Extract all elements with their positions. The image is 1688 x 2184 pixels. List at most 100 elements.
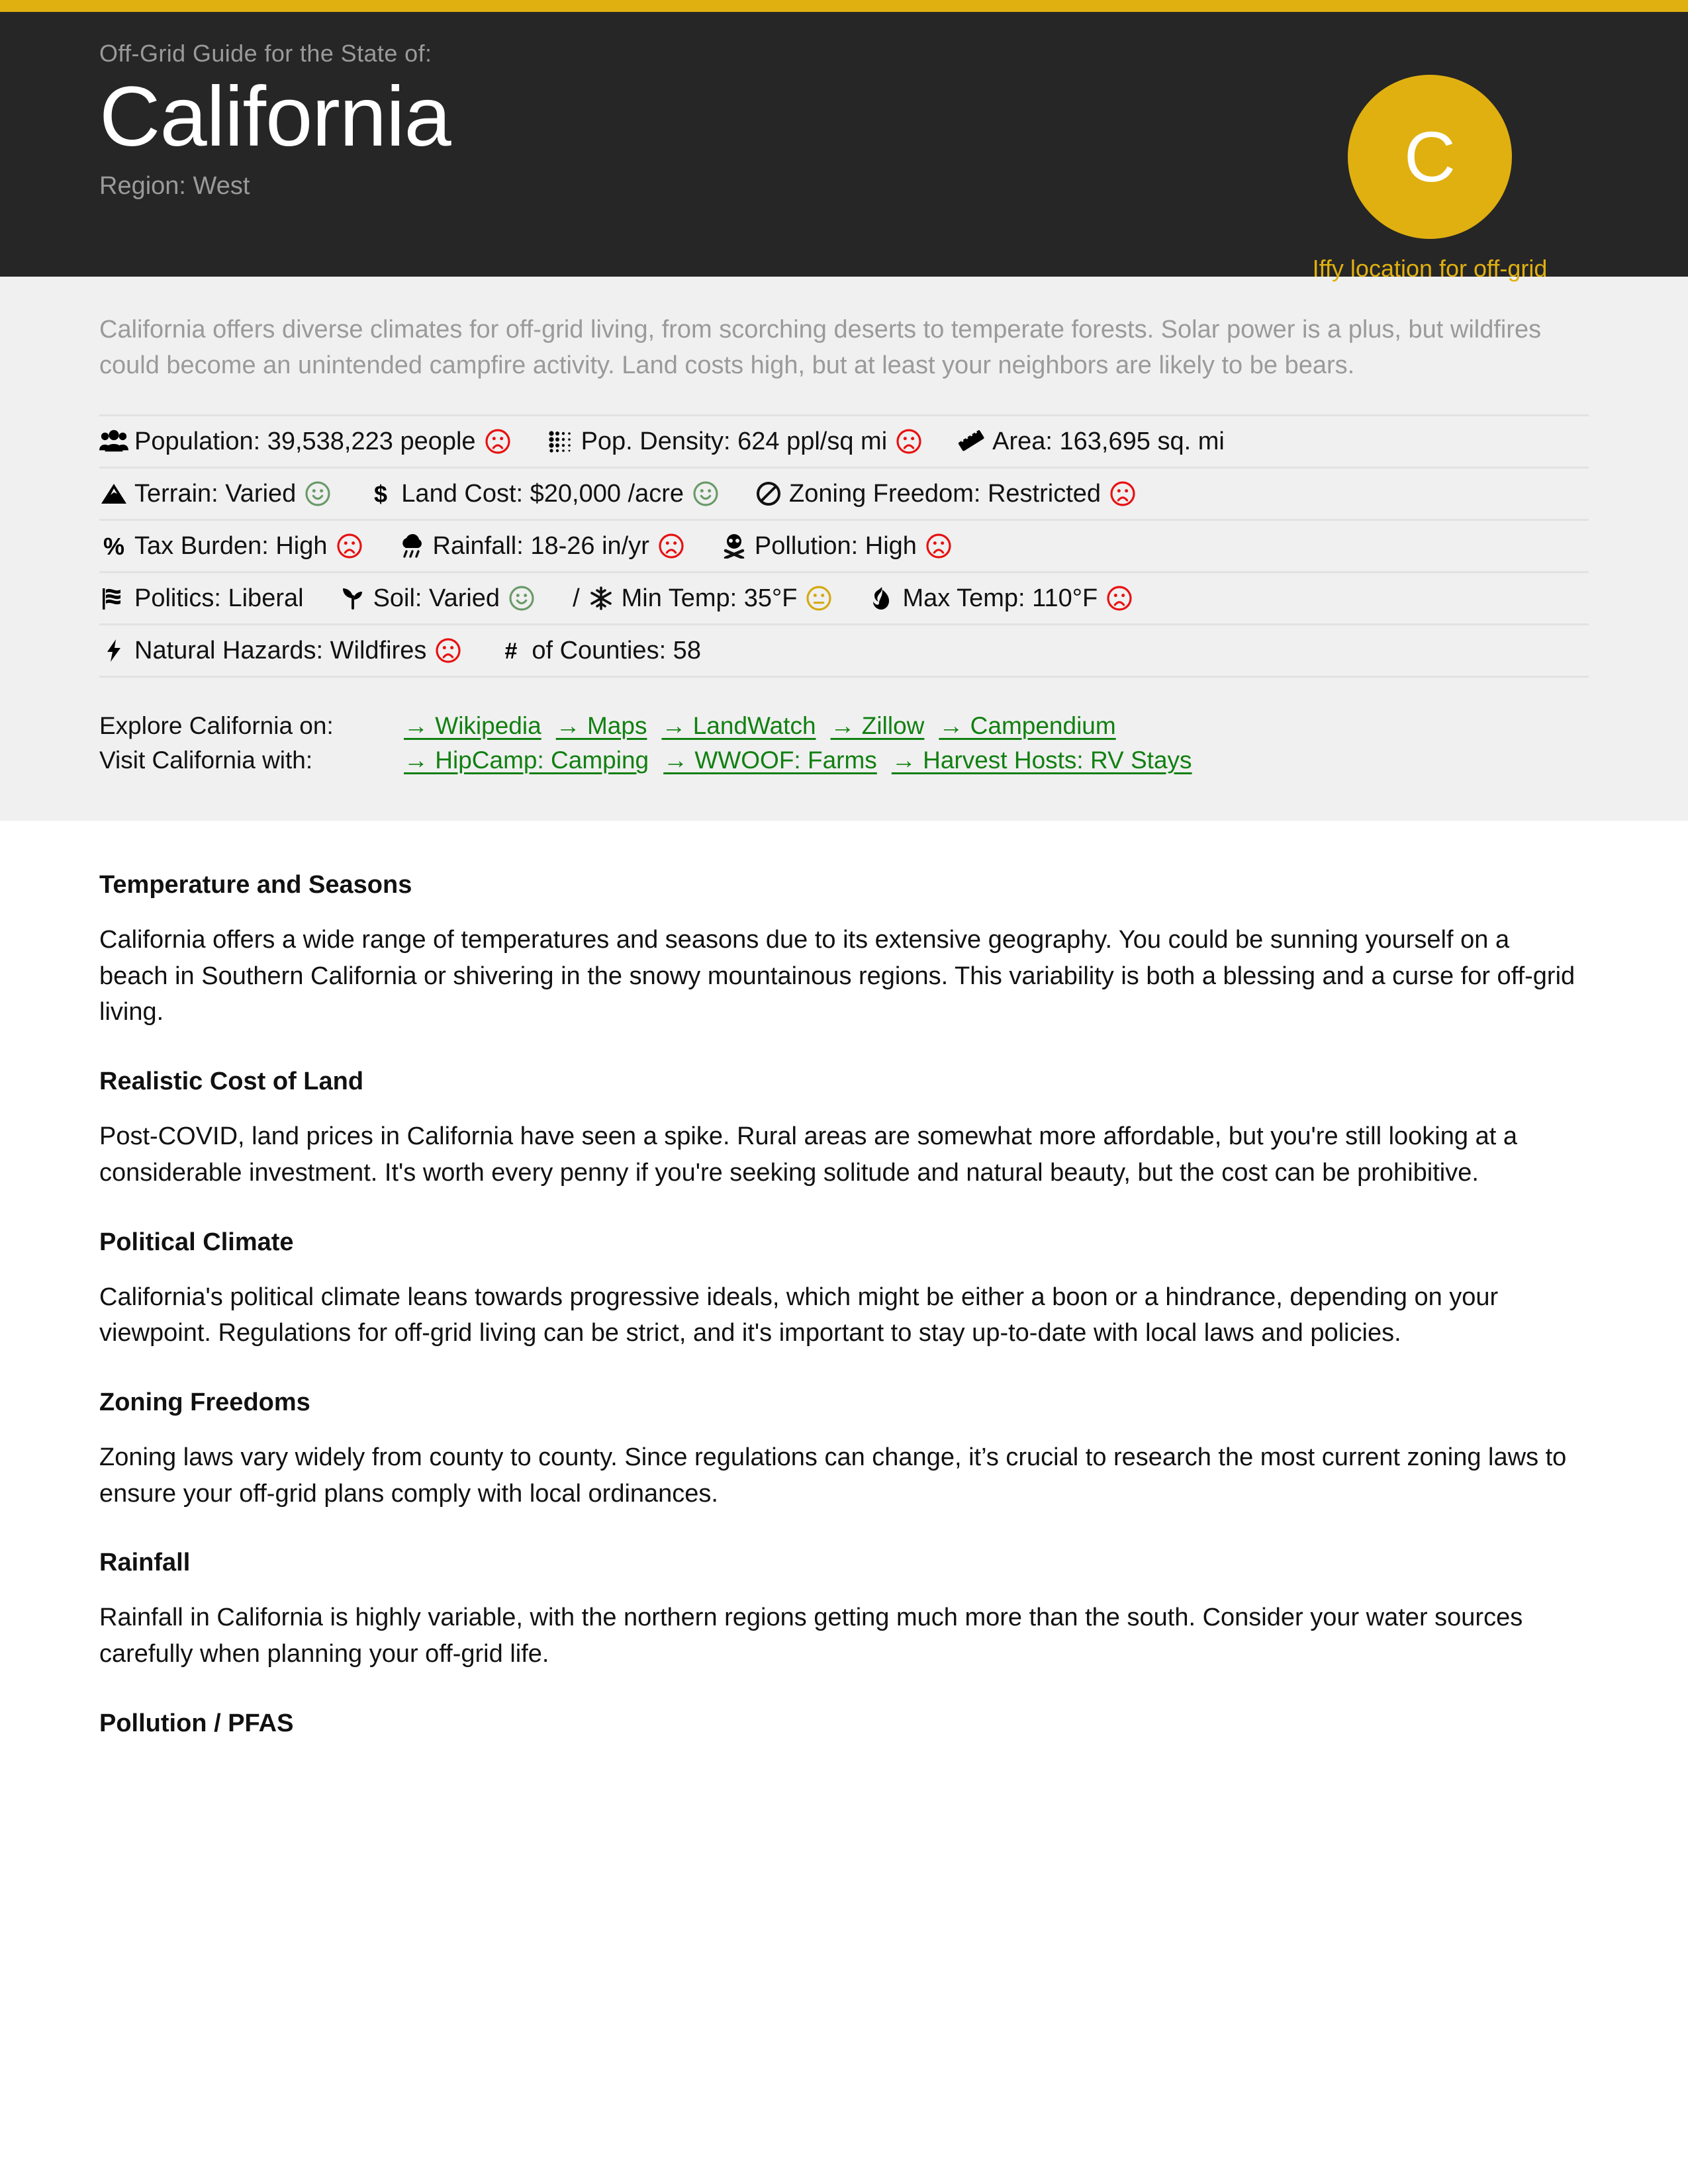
stat-item: Area: 163,695 sq. mi: [957, 428, 1225, 456]
stat-label: Rainfall: 18-26 in/yr: [432, 531, 649, 560]
stat-item: Min Temp: 35°F: [586, 584, 833, 613]
stat-item: Max Temp: 110°F: [867, 584, 1133, 613]
ruler-icon: [957, 428, 986, 455]
stat-label: Soil: Varied: [373, 584, 500, 612]
stat-label: Area: 163,695 sq. mi: [992, 427, 1225, 455]
stat-label: Pollution: High: [754, 531, 917, 560]
stat-item: Rainfall: 18-26 in/yr: [398, 532, 685, 561]
visit-link-2[interactable]: → Harvest Hosts: RV Stays: [892, 747, 1192, 774]
mountain-icon: [99, 480, 128, 507]
explore-links-row: Explore California on: → Wikipedia → Maps…: [99, 712, 1589, 740]
rain-cloud-icon: [398, 533, 427, 559]
grade-badge: C Iffy location for off-grid: [1271, 75, 1589, 283]
visit-links: → HipCamp: Camping → WWOOF: Farms → Harves…: [404, 747, 1207, 774]
article-section: Political Climate California's political …: [99, 1228, 1589, 1351]
visit-link-0[interactable]: → HipCamp: Camping: [404, 747, 649, 774]
sad-face-icon: [1105, 584, 1133, 612]
section-body: California's political climate leans tow…: [99, 1283, 1499, 1347]
stat-label: Terrain: Varied: [134, 479, 297, 508]
sad-face-icon: [434, 637, 462, 664]
section-body: California offers a wide range of temper…: [99, 925, 1575, 1026]
stat-label: of Counties: 58: [532, 636, 701, 664]
visit-link-1[interactable]: → WWOOF: Farms: [663, 747, 877, 774]
stat-item: % Tax Burden: High: [99, 532, 363, 561]
stat-row: Population: 39,538,223 people Pop. Densit…: [99, 414, 1589, 467]
stat-row: Politics: Liberal Soil: Varied / Min Temp: …: [99, 570, 1589, 623]
stat-item: $ Land Cost: $20,000 /acre: [366, 480, 720, 508]
visit-links-row: Visit California with: → HipCamp: Campin…: [99, 747, 1589, 774]
stat-item: Population: 39,538,223 people: [99, 428, 512, 456]
visit-label: Visit California with:: [99, 746, 313, 774]
dollar-icon: $: [366, 480, 395, 507]
svg-text:%: %: [103, 533, 124, 559]
stat-label: Max Temp: 110°F: [902, 584, 1098, 612]
section-body: Rainfall in California is highly variabl…: [99, 1604, 1523, 1668]
links-block: Explore California on: → Wikipedia → Maps…: [99, 712, 1589, 774]
intro-paragraph: California offers diverse climates for o…: [99, 316, 1542, 379]
explore-link-0[interactable]: → Wikipedia: [404, 712, 541, 739]
explore-link-1[interactable]: → Maps: [556, 712, 647, 739]
skull-icon: [720, 533, 749, 559]
stat-label: Zoning Freedom: Restricted: [789, 479, 1102, 508]
stats-panel: California offers diverse climates for o…: [0, 277, 1688, 821]
happy-face-icon: [692, 480, 720, 508]
snowflake-icon: [586, 585, 616, 612]
sad-face-icon: [1109, 480, 1137, 508]
stat-label: Natural Hazards: Wildfires: [134, 636, 427, 664]
sad-face-icon: [484, 428, 512, 455]
density-dots-icon: [546, 428, 575, 455]
stat-row: Natural Hazards: Wildfires # of Counties: …: [99, 623, 1589, 678]
explore-link-2[interactable]: → LandWatch: [661, 712, 816, 739]
happy-face-icon: [304, 480, 332, 508]
article-section: Zoning Freedoms Zoning laws vary widely f…: [99, 1388, 1589, 1512]
sad-face-icon: [336, 532, 363, 560]
stat-item: Zoning Freedom: Restricted: [754, 480, 1137, 508]
users-icon: [99, 428, 128, 455]
fire-icon: [867, 585, 896, 612]
stat-item: Natural Hazards: Wildfires: [99, 637, 462, 665]
explore-link-3[interactable]: → Zillow: [831, 712, 925, 739]
explore-link-4[interactable]: → Campendium: [939, 712, 1115, 739]
stat-item: Pollution: High: [720, 532, 953, 561]
section-heading: Political Climate: [99, 1228, 294, 1256]
stat-label: Tax Burden: High: [134, 531, 328, 560]
svg-text:$: $: [374, 481, 387, 506]
sad-face-icon: [925, 532, 953, 560]
section-heading: Rainfall: [99, 1549, 191, 1577]
stat-label: Politics: Liberal: [134, 584, 304, 612]
seedling-icon: [338, 585, 367, 612]
stats-table: Population: 39,538,223 people Pop. Densit…: [99, 414, 1589, 678]
stat-separator: /: [573, 584, 580, 612]
stat-label: Pop. Density: 624 ppl/sq mi: [581, 427, 888, 455]
explore-links: → Wikipedia → Maps → LandWatch → Zillow → Ca…: [404, 712, 1131, 740]
stat-item: Soil: Varied: [338, 584, 536, 613]
stat-item: # of Counties: 58: [496, 637, 701, 665]
stat-row: % Tax Burden: High Rainfall: 18-26 in/yr Po…: [99, 518, 1589, 571]
page-header: Off-Grid Guide for the State of: Califor…: [0, 12, 1688, 282]
stat-item: Terrain: Varied: [99, 480, 332, 508]
top-accent-bar: [0, 0, 1688, 12]
article-section: Temperature and Seasons California offers…: [99, 871, 1589, 1030]
hash-icon: #: [496, 637, 526, 664]
stat-label: Min Temp: 35°F: [621, 584, 798, 612]
sad-face-icon: [657, 532, 685, 560]
stat-label: Population: 39,538,223 people: [134, 427, 476, 455]
header-kicker: Off-Grid Guide for the State of:: [99, 40, 432, 67]
article-section: Rainfall Rainfall in California is highly…: [99, 1549, 1589, 1672]
article-section: Realistic Cost of Land Post-COVID, land p…: [99, 1068, 1589, 1191]
stat-item: Pop. Density: 624 ppl/sq mi: [546, 428, 923, 456]
grade-caption: Iffy location for off-grid: [1312, 255, 1548, 282]
section-heading: Pollution / PFAS: [99, 1709, 294, 1737]
stat-item: Politics: Liberal: [99, 584, 304, 613]
explore-label: Explore California on:: [99, 711, 334, 739]
svg-text:#: #: [505, 639, 518, 663]
neutral-face-icon: [805, 584, 833, 612]
grade-letter: C: [1404, 116, 1456, 197]
article-body: Temperature and Seasons California offers…: [0, 820, 1688, 1801]
sad-face-icon: [895, 428, 923, 455]
happy-face-icon: [508, 584, 536, 612]
section-body: Zoning laws vary widely from county to c…: [99, 1443, 1567, 1508]
section-heading: Realistic Cost of Land: [99, 1068, 364, 1096]
section-heading: Temperature and Seasons: [99, 870, 412, 899]
stat-label: Land Cost: $20,000 /acre: [401, 479, 684, 508]
